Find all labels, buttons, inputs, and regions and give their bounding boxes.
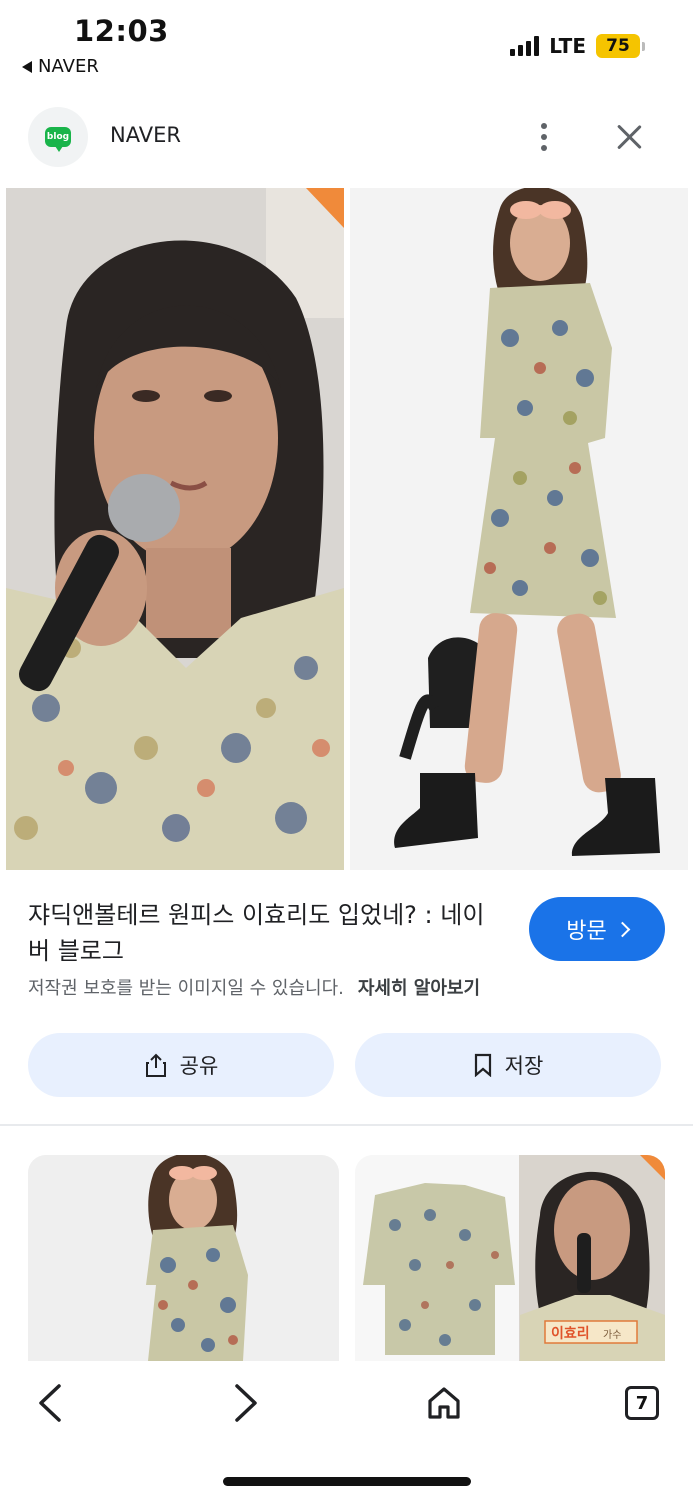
bottom-navigation: 7 <box>0 1361 693 1500</box>
related-model-photo <box>28 1155 339 1361</box>
save-button[interactable]: 저장 <box>355 1033 661 1097</box>
related-tag-role: 가수 <box>603 1329 621 1341</box>
related-image-card[interactable]: 이효리 가수 <box>355 1155 665 1361</box>
main-image[interactable] <box>6 188 688 870</box>
chevron-left-icon <box>39 1384 61 1422</box>
site-name: NAVER <box>110 123 181 147</box>
status-indicators: LTE 75 <box>510 34 645 58</box>
home-icon <box>428 1387 460 1419</box>
blog-logo-icon: blog <box>45 127 71 152</box>
bookmark-icon <box>474 1053 491 1077</box>
model-in-floral-dress-photo <box>350 188 688 870</box>
related-collage-photo: 이효리 가수 <box>355 1155 665 1361</box>
woman-with-microphone-photo <box>6 188 344 870</box>
forward-button[interactable] <box>222 1379 270 1427</box>
back-app-label: NAVER <box>38 56 99 77</box>
result-title[interactable]: 쟈딕앤볼테르 원피스 이효리도 입었네? : 네이버 블로그 <box>28 897 498 969</box>
close-icon[interactable] <box>610 118 648 156</box>
share-label: 공유 <box>179 1054 219 1078</box>
back-button[interactable] <box>26 1379 74 1427</box>
related-image-card[interactable] <box>28 1155 339 1361</box>
related-tag-name: 이효리 <box>551 1325 590 1342</box>
battery-level: 75 <box>596 34 640 58</box>
share-icon <box>145 1053 166 1077</box>
back-to-app-button[interactable]: NAVER <box>22 56 99 77</box>
network-type: LTE <box>549 34 586 58</box>
chevron-right-icon <box>235 1384 257 1422</box>
home-indicator[interactable] <box>223 1477 471 1486</box>
chevron-right-icon <box>614 921 631 937</box>
tabs-icon: 7 <box>625 1386 659 1420</box>
copyright-text: 저작권 보호를 받는 이미지일 수 있습니다. <box>28 978 344 999</box>
site-logo: blog <box>28 107 88 167</box>
save-label: 저장 <box>504 1054 544 1078</box>
battery-icon: 75 <box>596 34 645 58</box>
learn-more-link[interactable]: 자세히 알아보기 <box>358 974 480 1000</box>
section-divider <box>0 1124 693 1126</box>
site-header: blog NAVER <box>0 104 693 170</box>
tabs-button[interactable]: 7 <box>618 1379 666 1427</box>
copyright-notice: 저작권 보호를 받는 이미지일 수 있습니다. 자세히 알아보기 <box>28 974 480 1000</box>
back-triangle-icon <box>22 60 32 73</box>
share-button[interactable]: 공유 <box>28 1033 334 1097</box>
visit-label: 방문 <box>566 919 607 944</box>
status-time: 12:03 <box>74 14 169 48</box>
more-options-button[interactable] <box>528 119 560 155</box>
signal-icon <box>510 36 540 56</box>
home-button[interactable] <box>420 1379 468 1427</box>
visit-button[interactable]: 방문 <box>529 897 665 961</box>
